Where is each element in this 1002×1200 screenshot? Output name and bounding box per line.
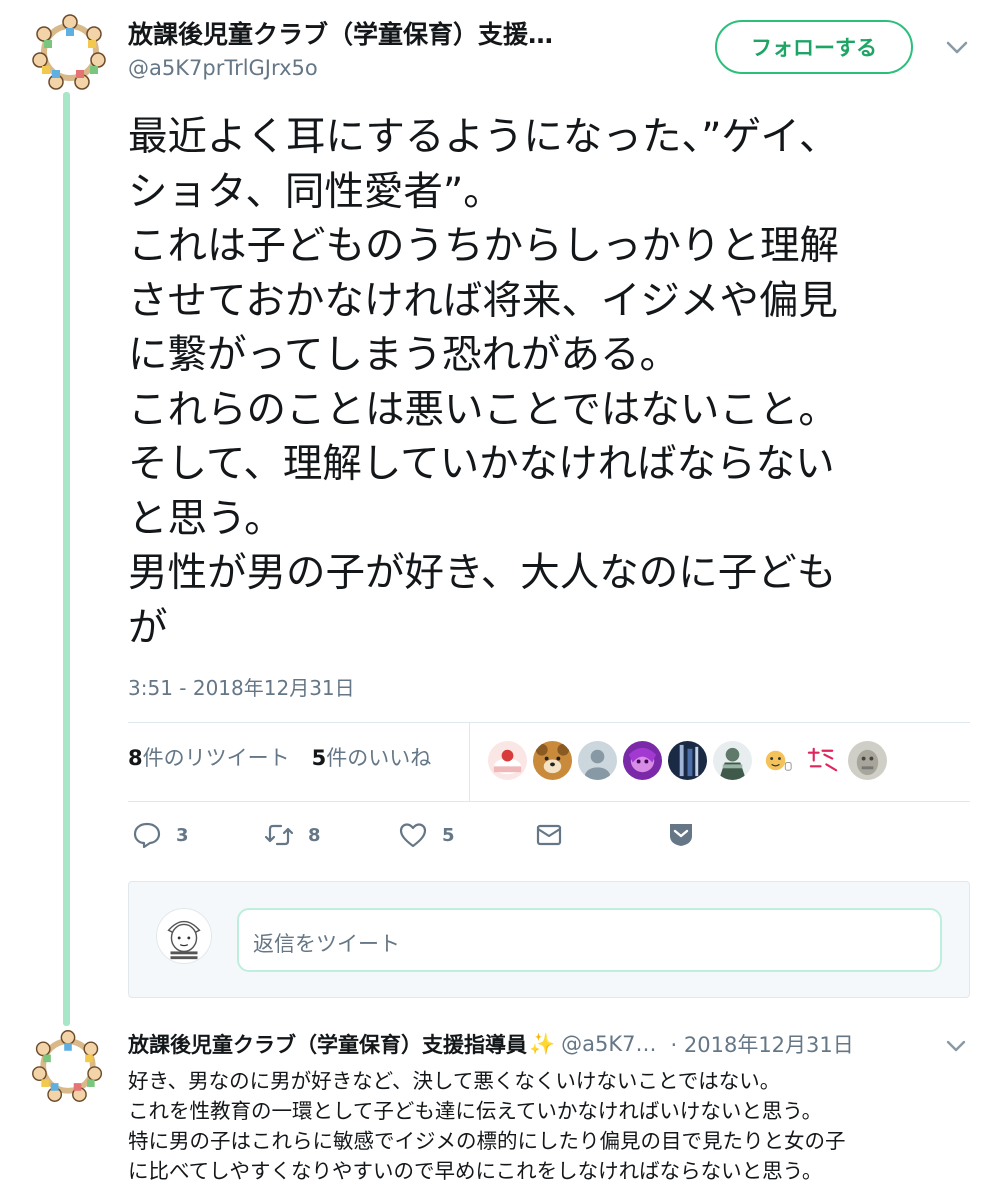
liker-avatar[interactable]	[668, 741, 707, 780]
reply-tweet-header: 放課後児童クラブ（学童保育）支援指導員 ✨ @a5K7… · 2018年12月3…	[128, 1029, 854, 1059]
avatar[interactable]	[28, 1026, 108, 1106]
tweet-text-line: これを性教育の一環として子ども達に伝えていかなければいけないと思う。	[128, 1099, 823, 1123]
dm-action[interactable]	[534, 820, 564, 850]
user-handle[interactable]: @a5K7…	[561, 1032, 656, 1056]
sparkle-icon: ✨	[529, 1031, 556, 1056]
thread-connector	[63, 92, 70, 1026]
tweet-text-line: ショタ、同性愛者”。	[128, 168, 503, 215]
retweet-stat-label: 件のリツイート	[142, 746, 290, 770]
user-handle[interactable]: @a5K7prTrlGJrx5o	[128, 56, 718, 80]
like-count: 5	[442, 824, 455, 846]
retweet-stat-count: 8	[128, 746, 143, 770]
follow-button[interactable]: フォローする	[715, 20, 913, 74]
like-action[interactable]: 5	[398, 820, 455, 850]
bookmark-action[interactable]	[666, 820, 696, 850]
user-avatar	[156, 908, 212, 964]
reply-composer: 返信をツイート	[128, 881, 970, 998]
tweet-text-line: と思う。	[128, 495, 284, 542]
liker-avatar[interactable]	[713, 741, 752, 780]
divider	[128, 801, 970, 802]
chevron-down-icon[interactable]	[944, 36, 970, 58]
like-stat-label: 件のいいね	[326, 746, 432, 770]
tweet-text-line: 男性が男の子が好き、大人なのに子ども	[128, 550, 837, 596]
tweet-text-line: これは子どものうちからしっかりと理解	[128, 223, 839, 269]
avatar[interactable]	[28, 10, 112, 94]
tweet-text-line: に繋がってしまう恐れがある。	[128, 332, 680, 378]
reply-count: 3	[176, 824, 189, 846]
tweet-text-line: 特に男の子はこれらに敏感でイジメの標的にしたり偏見の目で見たりと女の子	[128, 1129, 846, 1153]
liker-avatar[interactable]	[533, 741, 572, 780]
reply-action[interactable]: 3	[132, 820, 189, 850]
like-stats[interactable]: 5件のいいね	[312, 742, 432, 772]
retweet-count: 8	[308, 824, 321, 846]
tweet-text-line: これらのことは悪いことではないこと。	[128, 386, 838, 433]
tweet-header: 放課後児童クラブ（学童保育）支援… @a5K7prTrlGJrx5o	[128, 20, 718, 80]
tweet-actions: 3 8 5	[128, 820, 728, 856]
reply-tweet-text: 好き、男なのに男が好きなど、決して悪くなくいけないことではない。 これを性教育の…	[128, 1066, 988, 1186]
liker-avatar[interactable]	[623, 741, 662, 780]
retweet-action[interactable]: 8	[264, 820, 321, 850]
reply-input[interactable]: 返信をツイート	[237, 908, 942, 972]
tweet-text: 最近よく耳にするようになった、”ゲイ、 ショタ、同性愛者”。 これは子どものうち…	[128, 110, 968, 655]
like-stat-count: 5	[311, 746, 327, 770]
liker-avatar[interactable]	[848, 741, 887, 780]
tweet-text-line: させておかなければ将来、イジメや偏見	[128, 277, 838, 324]
display-name[interactable]: 放課後児童クラブ（学童保育）支援…	[128, 20, 718, 50]
retweet-stats[interactable]: 8件のリツイート	[128, 742, 290, 772]
display-name[interactable]: 放課後児童クラブ（学童保育）支援指導員	[128, 1029, 527, 1059]
liker-avatar[interactable]	[488, 741, 527, 780]
tweet-text-line: が	[128, 604, 168, 651]
reply-icon	[133, 822, 161, 849]
divider	[128, 722, 970, 723]
liker-avatars	[488, 741, 887, 780]
tweet-text-line: に比べてしやすくなりやすいので早めにこれをしなければならないと思う。	[128, 1159, 823, 1183]
liker-avatar[interactable]	[803, 741, 842, 780]
retweet-icon	[264, 824, 294, 846]
tweet-text-line: そして、理解していかなければならない	[128, 441, 835, 487]
tweet-date[interactable]: · 2018年12月31日	[671, 1029, 854, 1059]
tweet-text-line: 好き、男なのに男が好きなど、決して悪くなくいけないことではない。	[128, 1069, 781, 1093]
tweet-stats: 8件のリツイート 5件のいいね	[128, 742, 431, 772]
envelope-icon	[536, 824, 562, 846]
liker-avatar[interactable]	[578, 741, 617, 780]
bookmark-icon	[670, 824, 692, 846]
tweet-timestamp[interactable]: 3:51 - 2018年12月31日	[128, 672, 355, 701]
liker-avatar[interactable]	[758, 741, 797, 780]
stats-divider	[469, 723, 470, 801]
tweet-text-line: 最近よく耳にするようになった、”ゲイ、	[128, 114, 839, 160]
heart-icon	[399, 823, 427, 848]
chevron-down-icon[interactable]	[944, 1036, 968, 1056]
